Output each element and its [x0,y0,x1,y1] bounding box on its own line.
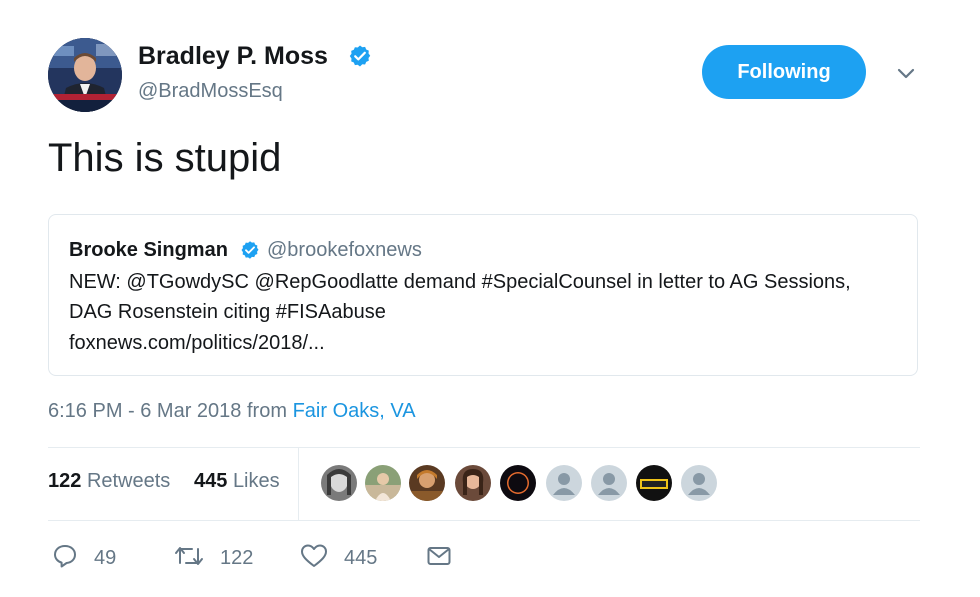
retweet-icon [175,547,203,565]
liker-avatar[interactable] [455,465,491,501]
likes-stat[interactable]: 445 Likes [194,470,280,493]
liker-avatar[interactable] [591,465,627,501]
author-handle[interactable]: @BradMossEsq [138,80,283,103]
quoted-text-line: NEW: @TGowdySC @RepGoodlatte demand #Spe… [69,271,851,293]
quoted-author-handle: @brookefoxnews [267,239,422,261]
liker-avatar[interactable] [546,465,582,501]
retweets-stat[interactable]: 122 Retweets [48,470,170,493]
tweet-text: This is stupid [48,136,282,180]
tweet-location-link[interactable]: Fair Oaks, VA [293,400,416,422]
liker-avatar[interactable] [500,465,536,501]
liker-avatar[interactable] [636,465,672,501]
verified-icon [349,45,371,67]
divider [48,447,920,448]
like-button[interactable]: 445 [300,540,380,574]
reply-icon [54,545,76,568]
like-count: 445 [344,547,378,569]
liker-avatar[interactable] [681,465,717,501]
from-label: from [247,400,287,422]
quoted-text-line: DAG Rosenstein citing #FISAabuse [69,301,386,323]
quoted-tweet-card[interactable]: Brooke Singman @brookefoxnews NEW: @TGow… [48,214,918,376]
retweet-button[interactable]: 122 [174,540,260,574]
quoted-link[interactable]: foxnews.com/politics/2018/... [69,332,325,355]
quoted-author-name: Brooke Singman [69,239,228,261]
retweets-label: Retweets [86,470,171,492]
verified-icon [241,241,259,259]
divider [48,520,920,521]
tweet-timestamp: 6:16 PM - 6 Mar 2018 from Fair Oaks, VA [48,400,416,423]
reply-count: 49 [94,547,117,569]
author-name[interactable]: Bradley P. Moss [138,42,328,71]
stats-divider [298,448,299,520]
heart-icon [301,544,327,567]
retweets-count: 122 [48,470,82,492]
reply-button[interactable]: 49 [52,540,122,574]
author-avatar[interactable] [48,38,122,112]
liker-avatar[interactable] [321,465,357,501]
liker-avatar[interactable] [365,465,401,501]
likes-label: Likes [232,470,280,492]
direct-message-button[interactable] [426,540,454,574]
liker-avatar[interactable] [409,465,445,501]
retweet-count: 122 [220,547,254,569]
chevron-down-icon[interactable] [892,60,920,88]
message-icon [427,547,451,565]
following-button[interactable]: Following [702,45,866,99]
likes-count: 445 [194,470,228,492]
tweet-time-date[interactable]: 6:16 PM - 6 Mar 2018 [48,400,241,422]
